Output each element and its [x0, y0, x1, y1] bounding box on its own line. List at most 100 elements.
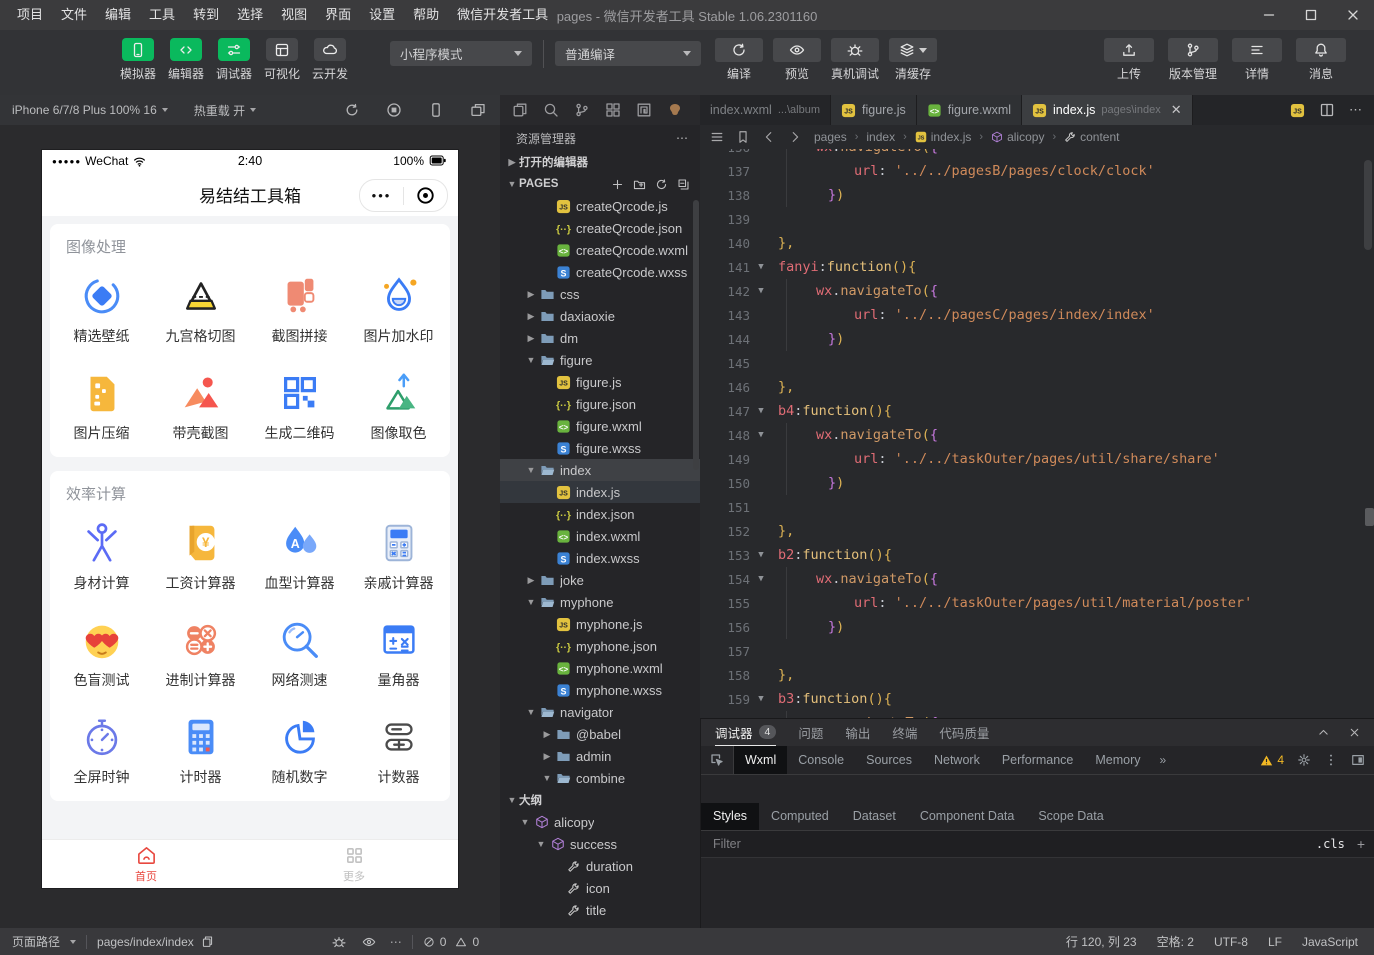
problems-indicator[interactable]: 0 0 — [423, 935, 479, 949]
tree-item-figure.json[interactable]: {··}figure.json — [500, 393, 700, 415]
eol[interactable]: LF — [1268, 933, 1282, 950]
outline-item-icon[interactable]: icon — [500, 877, 700, 899]
activity-files[interactable] — [512, 102, 528, 118]
code-editor[interactable]: 136wx.navigateTo({137url: '../../pagesB/… — [700, 149, 1374, 718]
outline-toggle-icon[interactable] — [710, 130, 724, 144]
outline-item-alicopy[interactable]: ▼alicopy — [500, 811, 700, 833]
tree-item-css[interactable]: ▶css — [500, 283, 700, 305]
menu-item-9[interactable]: 帮助 — [404, 0, 448, 30]
styles-tab-Styles[interactable]: Styles — [701, 803, 759, 830]
devtools-settings-button[interactable] — [1297, 753, 1311, 767]
tab-更多[interactable]: 更多 — [250, 840, 458, 888]
more-icon[interactable]: ⋯ — [676, 131, 688, 145]
tool-colorblind[interactable]: 色盲测试 — [52, 617, 151, 690]
action-真机调试[interactable]: 真机调试 — [831, 38, 879, 82]
breadcrumb-content[interactable]: content — [1064, 130, 1119, 144]
toggle-编辑器[interactable]: 编辑器 — [162, 38, 210, 82]
menu-item-3[interactable]: 工具 — [140, 0, 184, 30]
tool-timer[interactable]: 计时器 — [151, 714, 250, 787]
device-frame-button[interactable] — [428, 102, 444, 118]
devtools-menu-icon[interactable] — [1324, 753, 1338, 767]
styles-tab-Scope-Data[interactable]: Scope Data — [1026, 803, 1115, 830]
tree-item-myphone[interactable]: ▼myphone — [500, 591, 700, 613]
tool-watermark[interactable]: 图片加水印 — [349, 273, 448, 346]
activity-search[interactable] — [543, 102, 559, 118]
rotate-device-button[interactable] — [344, 102, 360, 118]
activity-plugin[interactable] — [667, 102, 683, 118]
devtools-tab-Console[interactable]: Console — [787, 746, 855, 774]
close-button[interactable] — [1332, 0, 1374, 30]
toggle-调试器[interactable]: 调试器 — [210, 38, 258, 82]
fold-chevron-icon[interactable]: ▼ — [750, 406, 772, 416]
tree-item-createQrcode.js[interactable]: JScreateQrcode.js — [500, 195, 700, 217]
outline-item-duration[interactable]: duration — [500, 855, 700, 877]
editor-scrollbar[interactable] — [1364, 160, 1372, 250]
menu-item-5[interactable]: 选择 — [228, 0, 272, 30]
tree-item-createQrcode.wxml[interactable]: <>createQrcode.wxml — [500, 239, 700, 261]
dock-side-button[interactable] — [1351, 753, 1365, 767]
page-path-select[interactable]: 页面路径 — [12, 933, 76, 950]
panel-tab-代码质量[interactable]: 代码质量 — [939, 723, 989, 742]
outline-item-title[interactable]: title — [500, 899, 700, 921]
tool-relative-calc[interactable]: 亲戚计算器 — [349, 520, 448, 593]
tree-item-myphone.wxml[interactable]: <>myphone.wxml — [500, 657, 700, 679]
tool-grid-cut[interactable]: 九宫格切图 — [151, 273, 250, 346]
activity-extensions[interactable] — [605, 102, 621, 118]
breadcrumb-index.js[interactable]: JSindex.js — [915, 130, 972, 144]
debug-status-icon[interactable] — [332, 935, 346, 949]
tool-color-pick[interactable]: 图像取色 — [349, 370, 448, 443]
tree-item-index[interactable]: ▼index — [500, 459, 700, 481]
tree-item-figure[interactable]: ▼figure — [500, 349, 700, 371]
editor-tab-figure.js[interactable]: JSfigure.js — [831, 95, 917, 125]
outline-section[interactable]: ▼ 大纲 — [500, 789, 700, 811]
devtools-tab-Network[interactable]: Network — [923, 746, 991, 774]
indentation[interactable]: 空格: 2 — [1157, 933, 1194, 950]
menu-item-8[interactable]: 设置 — [360, 0, 404, 30]
inspect-element-icon[interactable] — [701, 746, 734, 774]
tool-salary-calc[interactable]: ¥工资计算器 — [151, 520, 250, 593]
action-编译[interactable]: 编译 — [715, 38, 763, 82]
more-icon[interactable]: ⋯ — [390, 935, 402, 949]
tree-item-figure.wxss[interactable]: Sfigure.wxss — [500, 437, 700, 459]
styles-tab-Computed[interactable]: Computed — [759, 803, 841, 830]
fold-chevron-icon[interactable]: ▼ — [750, 430, 772, 440]
activity-source-control[interactable] — [574, 102, 590, 118]
tree-item-@babel[interactable]: ▶@babel — [500, 723, 700, 745]
action-版本管理[interactable]: 版本管理 — [1168, 38, 1218, 82]
fold-chevron-icon[interactable]: ▼ — [750, 574, 772, 584]
menu-item-0[interactable]: 项目 — [8, 0, 52, 30]
breadcrumb-alicopy[interactable]: alicopy — [991, 130, 1044, 144]
menu-item-10[interactable]: 微信开发者工具 — [448, 0, 557, 30]
record-button[interactable] — [386, 102, 402, 118]
tree-item-navigator[interactable]: ▼navigator — [500, 701, 700, 723]
fold-chevron-icon[interactable]: ▼ — [750, 286, 772, 296]
toggle-模拟器[interactable]: 模拟器 — [114, 38, 162, 82]
filter-input[interactable] — [711, 836, 1195, 852]
tool-speed-test[interactable]: 网络测速 — [250, 617, 349, 690]
js-indicator-icon[interactable]: JS — [1290, 103, 1305, 118]
cls-button[interactable]: .cls — [1316, 837, 1345, 851]
action-上传[interactable]: 上传 — [1104, 38, 1154, 82]
device-select[interactable]: iPhone 6/7/8 Plus 100% 16 — [12, 103, 168, 117]
tool-collage[interactable]: 截图拼接 — [250, 273, 349, 346]
action-消息[interactable]: 消息 — [1296, 38, 1346, 82]
fold-chevron-icon[interactable]: ▼ — [750, 262, 772, 272]
menu-item-7[interactable]: 界面 — [316, 0, 360, 30]
capsule-more-button[interactable]: ••• — [360, 188, 403, 203]
maximize-button[interactable] — [1290, 0, 1332, 30]
open-editors-section[interactable]: ▶ 打开的编辑器 — [500, 151, 700, 173]
menu-item-6[interactable]: 视图 — [272, 0, 316, 30]
cursor-position[interactable]: 行 120, 列 23 — [1066, 933, 1137, 950]
editor-tab-index.js[interactable]: JSindex.jspages\index✕ — [1022, 95, 1193, 125]
fold-chevron-icon[interactable]: ▼ — [750, 550, 772, 560]
menu-item-1[interactable]: 文件 — [52, 0, 96, 30]
tool-body-calc[interactable]: 身材计算 — [52, 520, 151, 593]
breadcrumb-index[interactable]: index — [866, 130, 895, 144]
tool-counter[interactable]: 计数器 — [349, 714, 448, 787]
tool-clock[interactable]: 全屏时钟 — [52, 714, 151, 787]
tool-wallpaper[interactable]: 精选壁纸 — [52, 273, 151, 346]
tool-framed-shot[interactable]: 带壳截图 — [151, 370, 250, 443]
nav-forward-button[interactable] — [788, 130, 802, 144]
warning-count[interactable]: 4 — [1260, 753, 1284, 767]
tool-qrcode[interactable]: 生成二维码 — [250, 370, 349, 443]
